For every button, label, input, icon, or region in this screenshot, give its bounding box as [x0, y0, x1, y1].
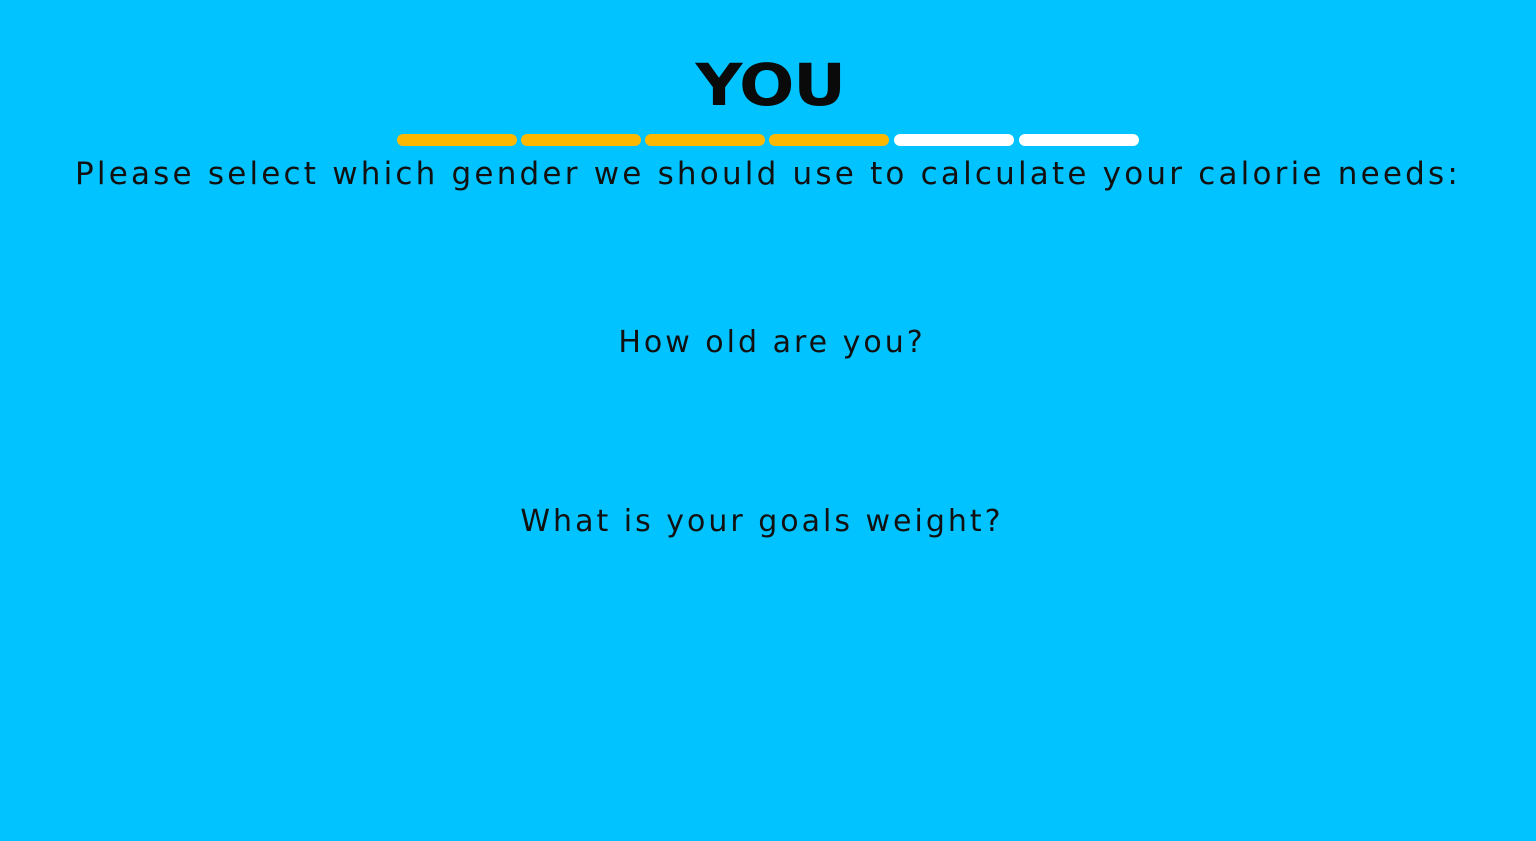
- onboarding-page: YOU Please select which gender we should…: [0, 0, 1536, 841]
- progress-segment-2: [521, 134, 641, 146]
- progress-segment-5: [894, 134, 1014, 146]
- gender-question: Please select which gender we should use…: [74, 156, 1462, 192]
- age-question: How old are you?: [618, 325, 926, 360]
- page-title: YOU: [695, 51, 845, 119]
- progress-segment-6: [1019, 134, 1139, 146]
- goal-weight-question: What is your goals weight?: [520, 504, 1004, 539]
- progress-segment-4: [769, 134, 889, 146]
- progress-segment-3: [645, 134, 765, 146]
- progress-bar: [397, 134, 1139, 146]
- progress-segment-1: [397, 134, 517, 146]
